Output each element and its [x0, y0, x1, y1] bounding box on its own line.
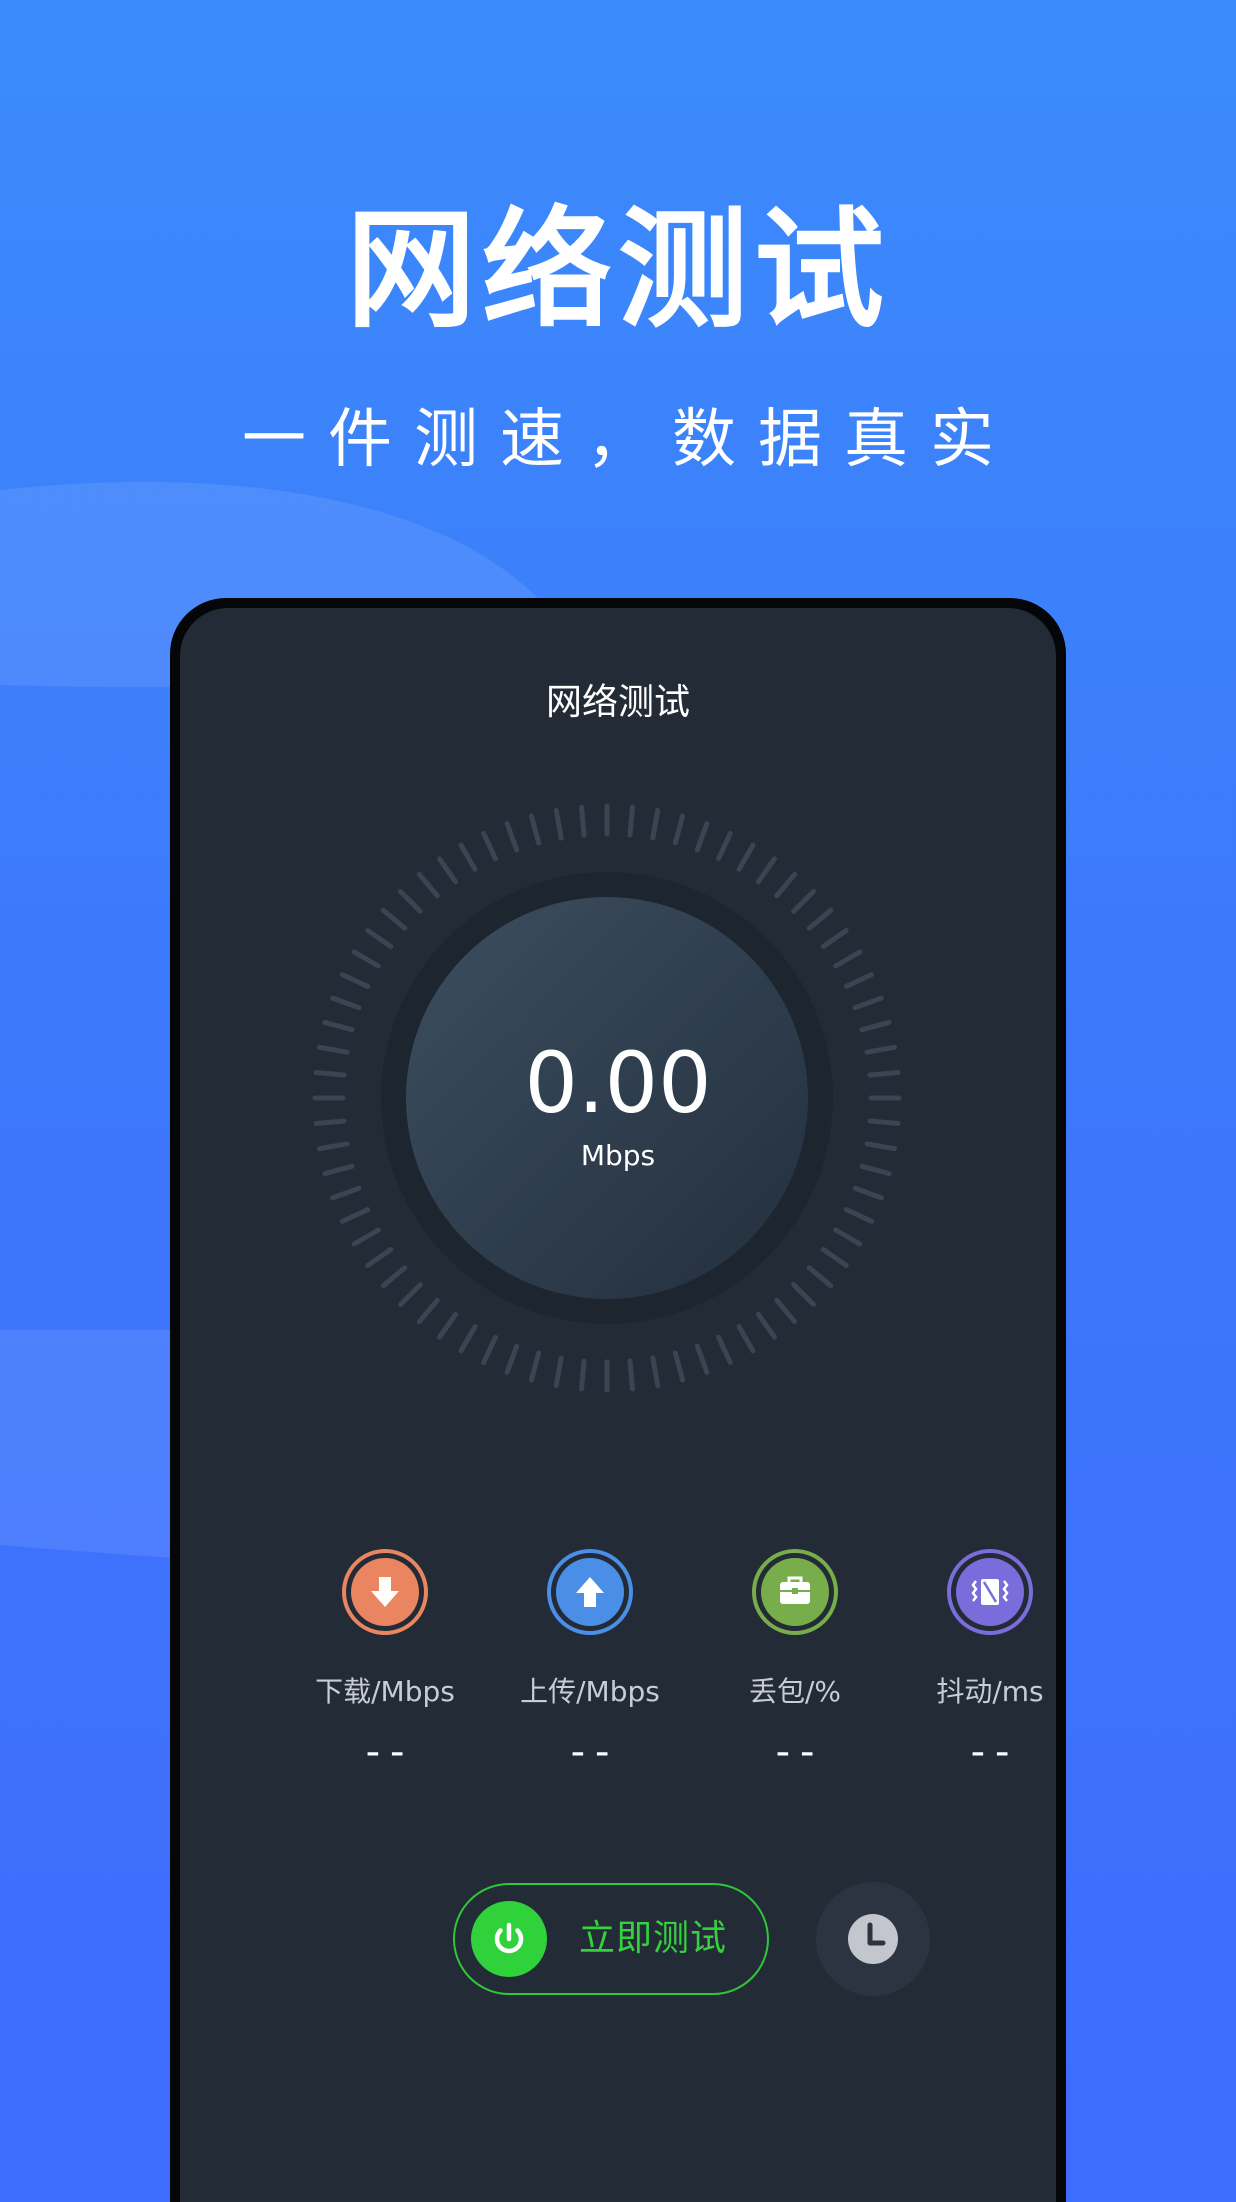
stat-jitter: 抖动/ms -- — [887, 1548, 1056, 1774]
gauge-tick — [672, 1350, 686, 1383]
upload-icon — [547, 1549, 633, 1635]
stat-label: 下载/Mbps — [315, 1675, 455, 1708]
gauge-tick — [330, 1185, 362, 1201]
stat-value: -- — [570, 1729, 620, 1775]
gauge-tick — [694, 1343, 710, 1375]
gauge-tick — [553, 1355, 564, 1389]
gauge-tick — [716, 1334, 733, 1366]
gauge-tick — [322, 1019, 355, 1033]
speed-unit: Mbps — [580, 1139, 656, 1172]
gauge-tick — [672, 813, 686, 846]
gauge-tick — [791, 889, 816, 914]
gauge-tick — [398, 889, 423, 914]
gauge-tick — [650, 807, 661, 841]
gauge-tick — [627, 1358, 635, 1392]
gauge-tick — [398, 1282, 423, 1307]
history-button[interactable] — [816, 1882, 930, 1996]
stat-download: 下载/Mbps -- — [282, 1548, 488, 1774]
gauge-tick — [528, 1350, 542, 1383]
gauge-tick — [579, 804, 587, 838]
gauge-tick — [437, 1311, 459, 1340]
gauge-tick — [458, 842, 478, 872]
stat-label: 丢包/% — [748, 1675, 842, 1708]
gauge-tick — [650, 1355, 661, 1389]
gauge-tick — [579, 1358, 587, 1392]
download-icon — [342, 1549, 428, 1635]
gauge-tick — [351, 949, 381, 969]
gauge-tick — [330, 995, 362, 1011]
gauge-tick — [806, 907, 834, 931]
gauge-tick — [755, 1311, 777, 1340]
promo-headline: 网络测试 — [345, 194, 890, 346]
gauge-tick — [736, 842, 756, 872]
gauge-tick — [774, 1297, 798, 1325]
stat-value: -- — [970, 1729, 1020, 1775]
start-test-label: 立即测试 — [579, 1918, 728, 1959]
power-icon — [471, 1901, 547, 1977]
gauge-tick — [694, 821, 710, 853]
gauge-tick — [843, 972, 875, 989]
gauge-tick — [806, 1265, 834, 1289]
gauge-tick — [351, 1227, 381, 1247]
gauge-tick — [716, 830, 733, 862]
stat-label: 上传/Mbps — [520, 1675, 660, 1708]
promo-subline: 一件测速，数据真实 — [242, 403, 1016, 477]
gauge-tick — [820, 1246, 849, 1268]
briefcase-icon — [752, 1549, 838, 1635]
gauge-tick — [791, 1282, 816, 1307]
gauge-tick — [458, 1324, 478, 1354]
gauge-tick — [339, 1207, 371, 1224]
gauge-tick — [365, 928, 394, 950]
stat-label: 抖动/ms — [936, 1675, 1044, 1708]
stat-upload: 上传/Mbps -- — [487, 1548, 693, 1774]
gauge-tick — [504, 821, 520, 853]
gauge-tick — [504, 1343, 520, 1375]
stats-row: 下载/Mbps -- 上传/Mbps -- 丢包/% -- 抖动/ms -- — [180, 1548, 1056, 1788]
gauge-tick — [774, 871, 798, 899]
gauge-tick — [755, 856, 777, 885]
jitter-icon — [947, 1549, 1033, 1635]
stat-value: -- — [365, 1729, 415, 1775]
gauge-tick — [833, 949, 863, 969]
gauge-tick — [380, 907, 408, 931]
gauge-tick — [437, 856, 459, 885]
start-test-button[interactable]: 立即测试 — [453, 1883, 769, 1995]
stat-packet-loss: 丢包/% -- — [692, 1548, 898, 1774]
gauge-tick — [481, 830, 498, 862]
gauge-tick — [852, 1185, 884, 1201]
gauge-tick — [627, 804, 635, 838]
gauge-tick — [553, 807, 564, 841]
gauge-tick — [416, 1297, 440, 1325]
gauge-tick — [416, 871, 440, 899]
gauge-tick — [833, 1227, 863, 1247]
gauge-tick — [481, 1334, 498, 1366]
gauge-tick — [380, 1265, 408, 1289]
phone-frame: 网络测试 0.00 Mbps 下载/Mbps -- 上传/Mbps -- 丢包/… — [170, 598, 1066, 2202]
gauge-tick — [820, 928, 849, 950]
gauge-tick — [843, 1207, 875, 1224]
page-title: 网络测试 — [545, 682, 690, 723]
gauge-tick — [859, 1019, 892, 1033]
gauge-tick — [339, 972, 371, 989]
gauge-tick — [528, 813, 542, 846]
speed-value: 0.00 — [524, 1034, 712, 1132]
app-screen: 网络测试 0.00 Mbps 下载/Mbps -- 上传/Mbps -- 丢包/… — [180, 608, 1056, 2202]
gauge-tick — [365, 1246, 394, 1268]
stat-value: -- — [775, 1729, 825, 1775]
clock-icon — [848, 1914, 898, 1964]
gauge-tick — [852, 995, 884, 1011]
gauge-tick — [736, 1324, 756, 1354]
